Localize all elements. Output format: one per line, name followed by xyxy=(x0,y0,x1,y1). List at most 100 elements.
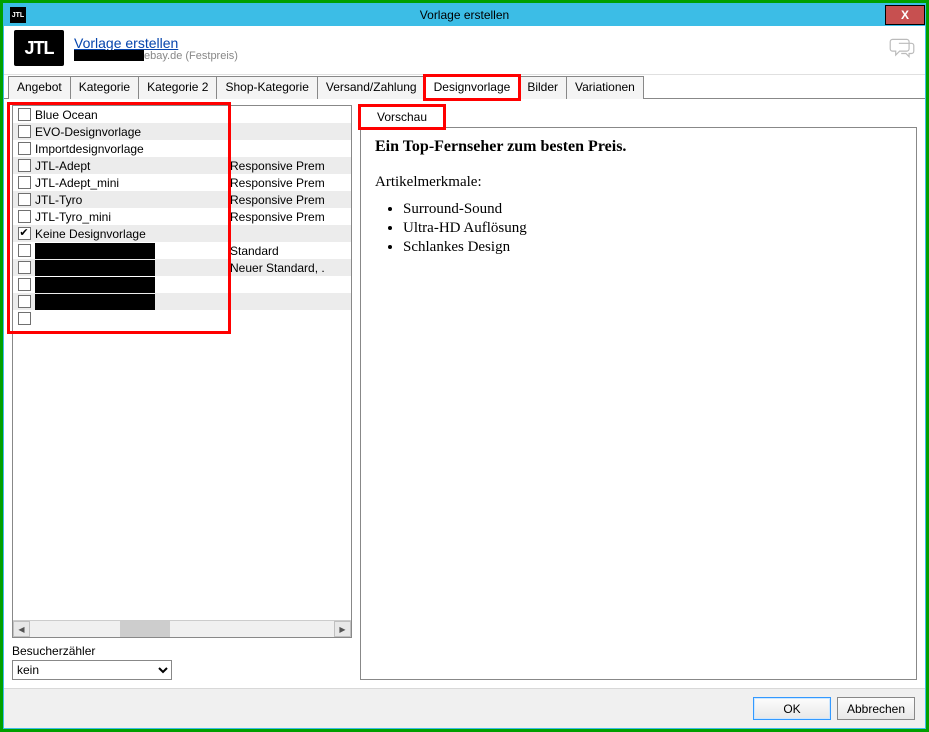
tab-versand-zahlung[interactable]: Versand/Zahlung xyxy=(317,76,426,99)
template-checkbox[interactable] xyxy=(18,159,31,172)
tab-kategorie[interactable]: Kategorie xyxy=(70,76,139,99)
template-checkbox[interactable] xyxy=(18,312,31,325)
template-name xyxy=(35,243,230,259)
template-row[interactable] xyxy=(13,276,351,293)
header: JTL Vorlage erstellen ebay.de (Festpreis… xyxy=(4,26,925,75)
template-checkbox-cell[interactable] xyxy=(13,278,35,291)
template-row[interactable]: JTL-Tyro_miniResponsive Prem xyxy=(13,208,351,225)
ok-button[interactable]: OK xyxy=(753,697,831,720)
preview-body: Ein Top-Fernseher zum besten Preis. Arti… xyxy=(360,128,917,680)
template-checkbox-cell[interactable] xyxy=(13,193,35,206)
dialog-footer: OK Abbrechen xyxy=(4,688,925,728)
content-area: Blue Ocean EVO-Designvorlage Importdesignv… xyxy=(4,99,925,688)
template-checkbox[interactable] xyxy=(18,176,31,189)
scroll-track[interactable] xyxy=(30,621,334,637)
template-desc: Neuer Standard, . xyxy=(230,261,351,275)
redacted-block xyxy=(35,260,155,276)
template-checkbox-cell[interactable] xyxy=(13,176,35,189)
template-row[interactable]: EVO-Designvorlage xyxy=(13,123,351,140)
template-checkbox-cell[interactable] xyxy=(13,227,35,240)
template-desc: Responsive Prem xyxy=(230,193,351,207)
template-checkbox[interactable] xyxy=(18,278,31,291)
subtitle-text: ebay.de (Festpreis) xyxy=(144,50,238,62)
template-checkbox-cell[interactable] xyxy=(13,295,35,308)
template-checkbox[interactable] xyxy=(18,125,31,138)
template-checkbox-cell[interactable] xyxy=(13,142,35,155)
tab-preview[interactable]: Vorschau xyxy=(360,106,444,128)
template-desc: Responsive Prem xyxy=(230,176,351,190)
horizontal-scrollbar[interactable]: ◀ ▶ xyxy=(13,620,351,637)
visitor-counter-select[interactable]: kein xyxy=(12,660,172,680)
template-checkbox-cell[interactable] xyxy=(13,261,35,274)
template-row[interactable]: Standard xyxy=(13,242,351,259)
template-name: Keine Designvorlage xyxy=(35,227,230,241)
template-checkbox-cell[interactable] xyxy=(13,108,35,121)
template-row[interactable]: JTL-TyroResponsive Prem xyxy=(13,191,351,208)
template-name xyxy=(35,294,230,310)
template-row[interactable]: Blue Ocean xyxy=(13,106,351,123)
template-row[interactable]: JTL-AdeptResponsive Prem xyxy=(13,157,351,174)
template-row[interactable]: Importdesignvorlage xyxy=(13,140,351,157)
template-desc: Standard xyxy=(230,244,351,258)
main-tabs: AngebotKategorieKategorie 2Shop-Kategori… xyxy=(4,75,925,99)
scroll-left-button[interactable]: ◀ xyxy=(13,621,30,637)
titlebar: JTL Vorlage erstellen X xyxy=(4,4,925,26)
template-checkbox[interactable] xyxy=(18,227,31,240)
preview-feature-item: Schlankes Design xyxy=(403,239,902,256)
tab-kategorie-2[interactable]: Kategorie 2 xyxy=(138,76,217,99)
preview-feature-item: Surround-Sound xyxy=(403,201,902,218)
template-desc: Responsive Prem xyxy=(230,159,351,173)
brand-logo: JTL xyxy=(14,30,64,66)
template-checkbox[interactable] xyxy=(18,108,31,121)
template-name: Blue Ocean xyxy=(35,108,230,122)
window-title: Vorlage erstellen xyxy=(4,8,925,22)
preview-features-label: Artikelmerkmale: xyxy=(375,174,902,191)
tab-variationen[interactable]: Variationen xyxy=(566,76,644,99)
template-checkbox[interactable] xyxy=(18,295,31,308)
tab-designvorlage[interactable]: Designvorlage xyxy=(425,76,520,99)
template-checkbox-cell[interactable] xyxy=(13,244,35,257)
template-checkbox[interactable] xyxy=(18,261,31,274)
scroll-right-button[interactable]: ▶ xyxy=(334,621,351,637)
template-row[interactable] xyxy=(13,310,351,327)
feedback-icon[interactable] xyxy=(889,37,915,59)
template-row[interactable]: Keine Designvorlage xyxy=(13,225,351,242)
template-checkbox-cell[interactable] xyxy=(13,210,35,223)
template-desc: Responsive Prem xyxy=(230,210,351,224)
template-checkbox[interactable] xyxy=(18,244,31,257)
template-checkbox-cell[interactable] xyxy=(13,125,35,138)
page-subtitle: ebay.de (Festpreis) xyxy=(74,50,238,62)
scroll-thumb[interactable] xyxy=(120,621,170,637)
template-row[interactable]: JTL-Adept_miniResponsive Prem xyxy=(13,174,351,191)
redacted-account xyxy=(74,50,144,61)
template-name: JTL-Tyro xyxy=(35,193,230,207)
preview-feature-list: Surround-SoundUltra-HD AuflösungSchlanke… xyxy=(375,201,902,256)
template-name: JTL-Adept_mini xyxy=(35,176,230,190)
cancel-button[interactable]: Abbrechen xyxy=(837,697,915,720)
preview-tabs: Vorschau xyxy=(360,105,917,128)
tab-angebot[interactable]: Angebot xyxy=(8,76,71,99)
template-checkbox[interactable] xyxy=(18,193,31,206)
template-row[interactable]: Neuer Standard, . xyxy=(13,259,351,276)
preview-headline: Ein Top-Fernseher zum besten Preis. xyxy=(375,138,902,156)
template-name: EVO-Designvorlage xyxy=(35,125,230,139)
tab-bilder[interactable]: Bilder xyxy=(518,76,567,99)
template-checkbox-cell[interactable] xyxy=(13,312,35,325)
template-name xyxy=(35,277,230,293)
page-title[interactable]: Vorlage erstellen xyxy=(74,35,238,51)
template-name: Importdesignvorlage xyxy=(35,142,230,156)
redacted-block xyxy=(35,243,155,259)
redacted-block xyxy=(35,294,155,310)
left-column: Blue Ocean EVO-Designvorlage Importdesignv… xyxy=(12,105,352,680)
dialog-window: JTL Vorlage erstellen X JTL Vorlage erst… xyxy=(3,3,926,729)
template-name xyxy=(35,260,230,276)
template-list[interactable]: Blue Ocean EVO-Designvorlage Importdesignv… xyxy=(12,105,352,638)
template-checkbox-cell[interactable] xyxy=(13,159,35,172)
template-checkbox[interactable] xyxy=(18,210,31,223)
tab-shop-kategorie[interactable]: Shop-Kategorie xyxy=(216,76,317,99)
visitor-counter-label: Besucherzähler xyxy=(12,644,352,658)
template-row[interactable] xyxy=(13,293,351,310)
right-column: Vorschau Ein Top-Fernseher zum besten Pr… xyxy=(360,105,917,680)
template-name: JTL-Tyro_mini xyxy=(35,210,230,224)
template-checkbox[interactable] xyxy=(18,142,31,155)
